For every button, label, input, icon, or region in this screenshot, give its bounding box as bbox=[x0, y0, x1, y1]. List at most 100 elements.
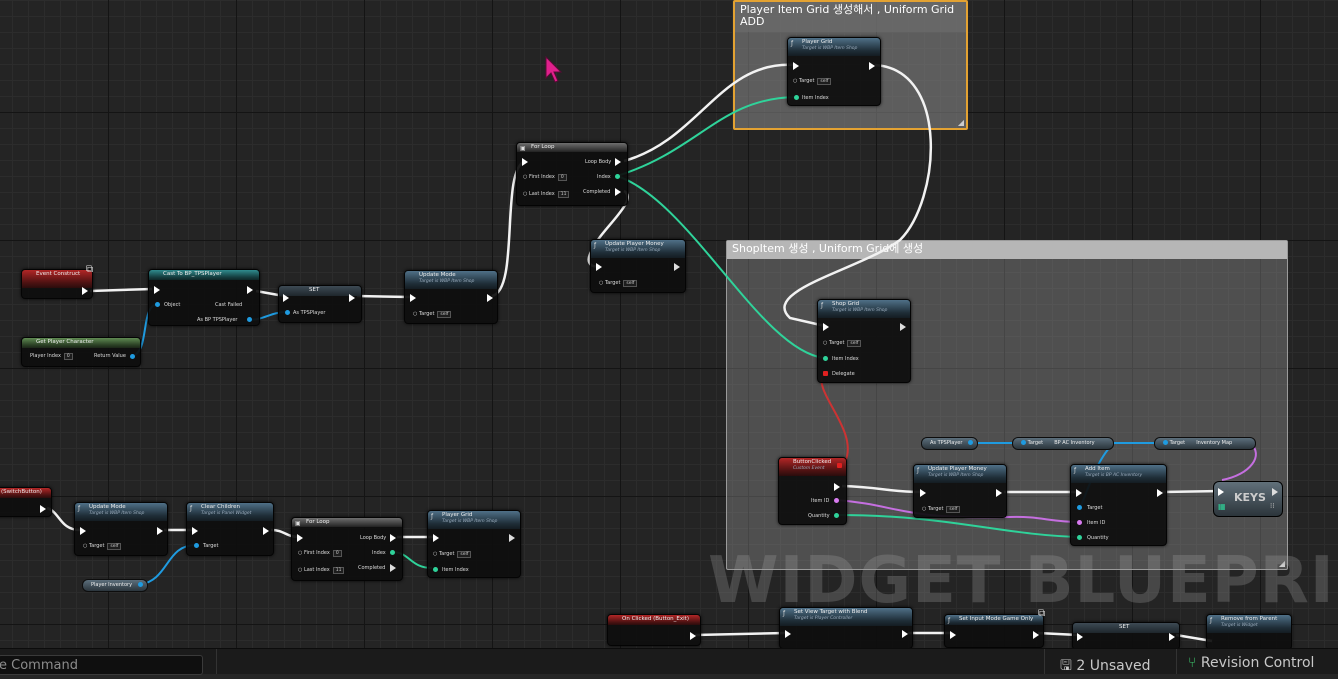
exec-out-pin[interactable] bbox=[40, 505, 46, 513]
target-pin[interactable] bbox=[1163, 440, 1168, 445]
loop-body-pin[interactable] bbox=[615, 158, 621, 166]
target-field[interactable]: self bbox=[946, 506, 961, 513]
node-remove-from-parent[interactable]: ƒ Remove from Parent Target is Widget bbox=[1206, 614, 1292, 648]
target-pin[interactable] bbox=[1077, 505, 1082, 510]
exec-in-pin[interactable] bbox=[785, 630, 791, 638]
last-index-field[interactable]: 11 bbox=[557, 191, 570, 198]
item-index-pin[interactable] bbox=[823, 356, 828, 361]
exec-out-pin[interactable] bbox=[82, 287, 88, 295]
node-set[interactable]: SET bbox=[1072, 622, 1180, 648]
node-get-inventory-map[interactable]: Target Inventory Map bbox=[1154, 437, 1256, 450]
target-field[interactable]: self bbox=[437, 311, 452, 318]
unsaved-assets-button[interactable]: 🖫 2 Unsaved bbox=[1060, 655, 1151, 679]
node-get-player-character[interactable]: Get Player Character Player Index 0 Retur… bbox=[21, 337, 141, 367]
target-field[interactable]: self bbox=[107, 543, 122, 550]
exec-out-pin[interactable] bbox=[869, 62, 875, 70]
completed-pin[interactable] bbox=[615, 188, 621, 196]
completed-pin[interactable] bbox=[390, 564, 396, 572]
exec-in-pin[interactable] bbox=[80, 527, 86, 535]
variable-pin[interactable] bbox=[968, 440, 974, 445]
node-keys[interactable]: KEYS ▦ ⁞⁞ bbox=[1213, 481, 1283, 517]
exec-out-pin[interactable] bbox=[247, 286, 253, 294]
exec-in-pin[interactable] bbox=[522, 158, 528, 166]
exec-in-pin[interactable] bbox=[1076, 489, 1082, 497]
return-value-pin[interactable] bbox=[130, 354, 135, 359]
node-for-loop[interactable]: ▣ For Loop Loop Body ○ First Index 0 Index… bbox=[516, 142, 628, 206]
exec-in-pin[interactable] bbox=[433, 534, 439, 542]
exec-in-pin[interactable] bbox=[192, 527, 198, 535]
node-switch-button-event[interactable]: (SwitchButton) bbox=[0, 487, 52, 517]
node-event-construct[interactable]: Event Construct bbox=[21, 269, 93, 299]
last-index-field[interactable]: 11 bbox=[332, 567, 345, 574]
exec-in-pin[interactable] bbox=[283, 294, 289, 302]
target-field[interactable]: self bbox=[817, 78, 832, 85]
blueprint-graph-canvas[interactable]: Player Item Grid 생성해서 , Uniform Grid ADD… bbox=[0, 0, 1338, 648]
as-bp-tpsplayer-pin[interactable] bbox=[247, 317, 252, 322]
console-command-input[interactable]: e Command bbox=[0, 655, 203, 675]
target-field[interactable]: self bbox=[623, 280, 638, 287]
target-pin[interactable] bbox=[194, 543, 199, 548]
variable-player-inventory[interactable]: Player Inventory bbox=[82, 579, 148, 592]
quantity-pin[interactable] bbox=[1077, 535, 1082, 540]
loop-body-pin[interactable] bbox=[390, 534, 396, 542]
exec-out-pin[interactable] bbox=[902, 630, 908, 638]
exec-out-pin[interactable] bbox=[1169, 633, 1175, 641]
index-pin[interactable] bbox=[615, 174, 620, 179]
node-player-grid[interactable]: ƒ Player Grid Target is WBP Item Shop ○ Ta… bbox=[427, 510, 521, 578]
node-set-view-target-with-blend[interactable]: ƒ Set View Target with Blend Target is Pla… bbox=[779, 607, 913, 648]
item-id-pin[interactable] bbox=[834, 498, 839, 503]
variable-as-tpsplayer[interactable]: As TPSPlayer bbox=[921, 437, 979, 450]
exec-out-pin[interactable] bbox=[263, 527, 269, 535]
node-clear-children[interactable]: ƒ Clear Children Target is Panel Widget Ta… bbox=[186, 502, 274, 556]
exec-out-pin[interactable] bbox=[349, 294, 355, 302]
node-add-item[interactable]: ƒ Add Item Target is BP AC Inventory Targe… bbox=[1070, 464, 1167, 546]
first-index-field[interactable]: 0 bbox=[332, 550, 342, 557]
revision-control-button[interactable]: ⑂ Revision Control bbox=[1188, 655, 1314, 671]
node-for-loop[interactable]: ▣ For Loop Loop Body ○ First Index 0 Index… bbox=[291, 517, 403, 581]
node-button-clicked-event[interactable]: ButtonClicked Custom Event Item ID Quanti… bbox=[778, 457, 847, 525]
exec-out-pin[interactable] bbox=[509, 534, 515, 542]
target-field[interactable]: self bbox=[457, 551, 472, 558]
node-update-player-money[interactable]: ƒ Update Player Money Target is WBP Item S… bbox=[913, 464, 1007, 518]
item-index-pin[interactable] bbox=[433, 567, 438, 572]
exec-out-pin[interactable] bbox=[1033, 631, 1039, 639]
node-on-clicked-button-exit[interactable]: On Clicked (Button_Exit) bbox=[607, 614, 701, 646]
exec-out-pin[interactable] bbox=[690, 632, 696, 640]
object-pin[interactable] bbox=[155, 302, 160, 307]
exec-out-pin[interactable] bbox=[900, 323, 906, 331]
delegate-pin[interactable] bbox=[823, 371, 828, 376]
exec-in-pin[interactable] bbox=[950, 631, 956, 639]
exec-out-pin[interactable] bbox=[834, 483, 840, 491]
exec-in-pin[interactable] bbox=[920, 489, 926, 497]
node-update-mode[interactable]: Update Mode Target is WBP Item Shop ○ Tar… bbox=[404, 270, 498, 324]
exec-out-pin[interactable] bbox=[157, 527, 163, 535]
exec-in-pin[interactable] bbox=[596, 263, 602, 271]
node-player-grid[interactable]: ƒ Player Grid Target is WBP Item Shop ○ Ta… bbox=[787, 37, 881, 106]
index-pin[interactable] bbox=[390, 550, 395, 555]
exec-out-pin[interactable] bbox=[674, 263, 680, 271]
node-update-player-money[interactable]: ƒ Update Player Money Target is WBP Item S… bbox=[590, 239, 686, 293]
exec-out-pin[interactable] bbox=[996, 489, 1002, 497]
exec-in-pin[interactable] bbox=[793, 62, 799, 70]
exec-in-pin[interactable] bbox=[823, 323, 829, 331]
quantity-pin[interactable] bbox=[834, 513, 839, 518]
exec-out-pin[interactable] bbox=[1272, 488, 1278, 496]
node-set-input-mode-game-only[interactable]: ƒ Set Input Mode Game Only bbox=[944, 614, 1044, 648]
node-shop-grid[interactable]: ƒ Shop Grid Target is WBP Item Shop ○ Targ… bbox=[817, 299, 911, 383]
player-index-field[interactable]: 0 bbox=[63, 353, 73, 360]
target-pin[interactable] bbox=[1021, 440, 1026, 445]
node-set[interactable]: SET As TPSPlayer bbox=[278, 285, 362, 323]
as-tpsplayer-pin[interactable] bbox=[285, 310, 290, 315]
exec-in-pin[interactable] bbox=[154, 286, 160, 294]
first-index-field[interactable]: 0 bbox=[557, 174, 567, 181]
exec-out-pin[interactable] bbox=[487, 294, 493, 302]
exec-in-pin[interactable] bbox=[410, 294, 416, 302]
exec-out-pin[interactable] bbox=[1157, 489, 1163, 497]
node-update-mode[interactable]: ƒ Update Mode Target is WBP Item Shop ○ Ta… bbox=[74, 502, 168, 556]
item-id-pin[interactable] bbox=[1077, 520, 1082, 525]
exec-in-pin[interactable] bbox=[1218, 488, 1224, 496]
exec-in-pin[interactable] bbox=[297, 534, 303, 542]
node-get-bp-ac-inventory[interactable]: Target BP AC Inventory bbox=[1012, 437, 1114, 450]
exec-in-pin[interactable] bbox=[1077, 633, 1083, 641]
delegate-out-pin[interactable] bbox=[837, 463, 842, 468]
